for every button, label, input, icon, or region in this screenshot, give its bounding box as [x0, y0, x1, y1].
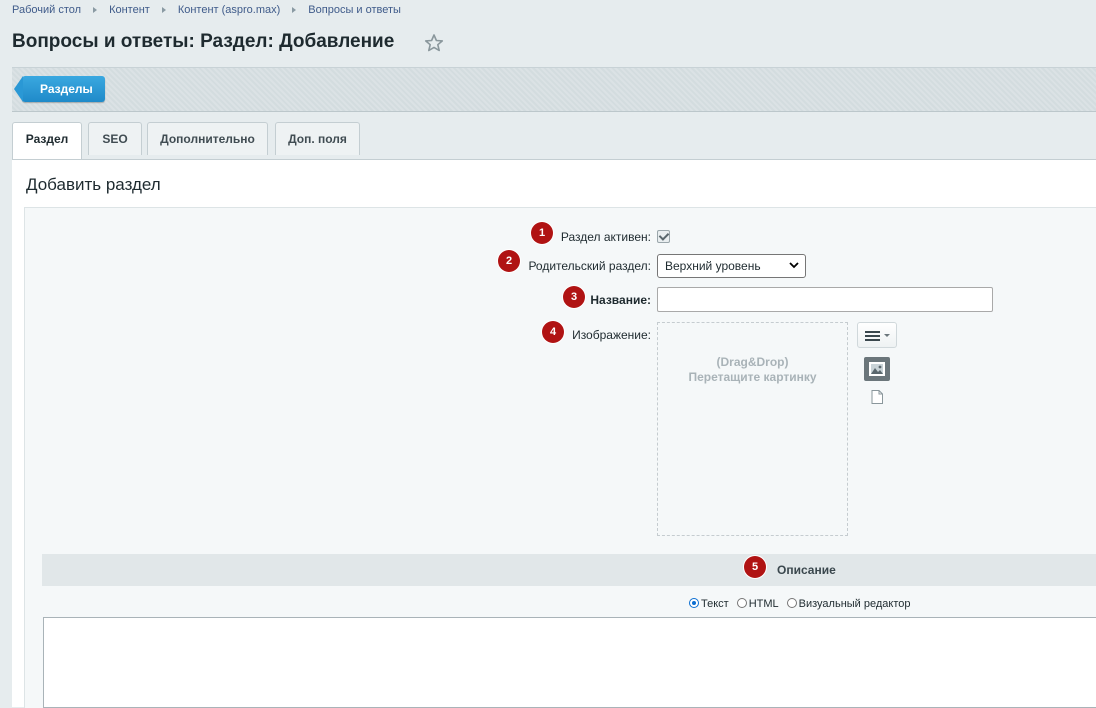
star-icon[interactable]	[424, 33, 444, 53]
breadcrumb-item-content[interactable]: Контент	[109, 4, 150, 16]
tab-seo[interactable]: SEO	[88, 122, 142, 155]
name-input[interactable]	[657, 287, 993, 312]
dropzone-hint-line1: (Drag&Drop)	[716, 355, 789, 369]
mode-visual-label[interactable]: Визуальный редактор	[799, 598, 911, 610]
tab-extra-fields[interactable]: Доп. поля	[275, 122, 360, 155]
step-badge: 2	[498, 250, 520, 272]
mode-html-label[interactable]: HTML	[749, 598, 779, 610]
active-label: Раздел активен:	[560, 230, 651, 244]
tab-section[interactable]: Раздел	[12, 122, 82, 160]
sections-back-button[interactable]: Разделы	[14, 76, 105, 102]
chevron-right-icon	[161, 7, 166, 14]
name-label: Название:	[590, 293, 651, 307]
mode-html-radio[interactable]	[736, 598, 747, 608]
breadcrumb-item-content-aspro[interactable]: Контент (aspro.max)	[178, 4, 280, 16]
menu-icon	[865, 331, 890, 341]
page-title: Вопросы и ответы: Раздел: Добавление	[12, 31, 395, 52]
step-badge: 4	[542, 321, 564, 343]
insert-image-button[interactable]	[864, 357, 890, 381]
step-badge: 3	[563, 286, 585, 308]
breadcrumb-item-faq[interactable]: Вопросы и ответы	[308, 4, 401, 16]
description-textarea[interactable]	[43, 617, 1096, 708]
parent-section-value: Верхний уровень	[665, 259, 761, 273]
step-badge: 5	[744, 556, 766, 578]
description-title: Описание	[777, 563, 836, 577]
image-menu-button[interactable]	[857, 322, 897, 348]
chevron-right-icon	[93, 7, 98, 14]
description-section-header: 5 Описание	[42, 554, 1096, 586]
image-label: Изображение:	[572, 328, 651, 342]
edit-panel: Добавить раздел 1 Раздел активен: 2 Роди…	[12, 159, 1096, 708]
file-icon[interactable]	[871, 390, 883, 404]
toolbar: Разделы	[12, 67, 1096, 112]
tab-additional[interactable]: Дополнительно	[147, 122, 268, 155]
parent-label: Родительский раздел:	[528, 259, 651, 273]
panel-title: Добавить раздел	[26, 175, 161, 194]
mode-text-label[interactable]: Текст	[701, 598, 729, 610]
form-area: 1 Раздел активен: 2 Родительский раздел:…	[24, 207, 1096, 708]
breadcrumb: Рабочий стол Контент Контент (aspro.max) Во…	[12, 4, 401, 16]
chevron-right-icon	[292, 7, 297, 14]
breadcrumb-item-desktop[interactable]: Рабочий стол	[12, 4, 81, 16]
description-mode-switch: Текст HTML Визуальный редактор	[689, 598, 919, 610]
parent-section-select[interactable]: Верхний уровень	[657, 254, 806, 278]
mode-text-radio[interactable]	[689, 598, 699, 608]
dropzone-hint: (Drag&Drop) Перетащите картинку	[658, 355, 847, 385]
step-badge: 1	[531, 222, 553, 244]
active-checkbox[interactable]	[657, 230, 670, 243]
image-icon	[869, 362, 885, 376]
chevron-down-icon	[789, 262, 799, 269]
dropzone-hint-line2: Перетащите картинку	[688, 370, 817, 384]
mode-visual-radio[interactable]	[786, 598, 797, 608]
image-dropzone[interactable]: (Drag&Drop) Перетащите картинку	[657, 322, 848, 536]
